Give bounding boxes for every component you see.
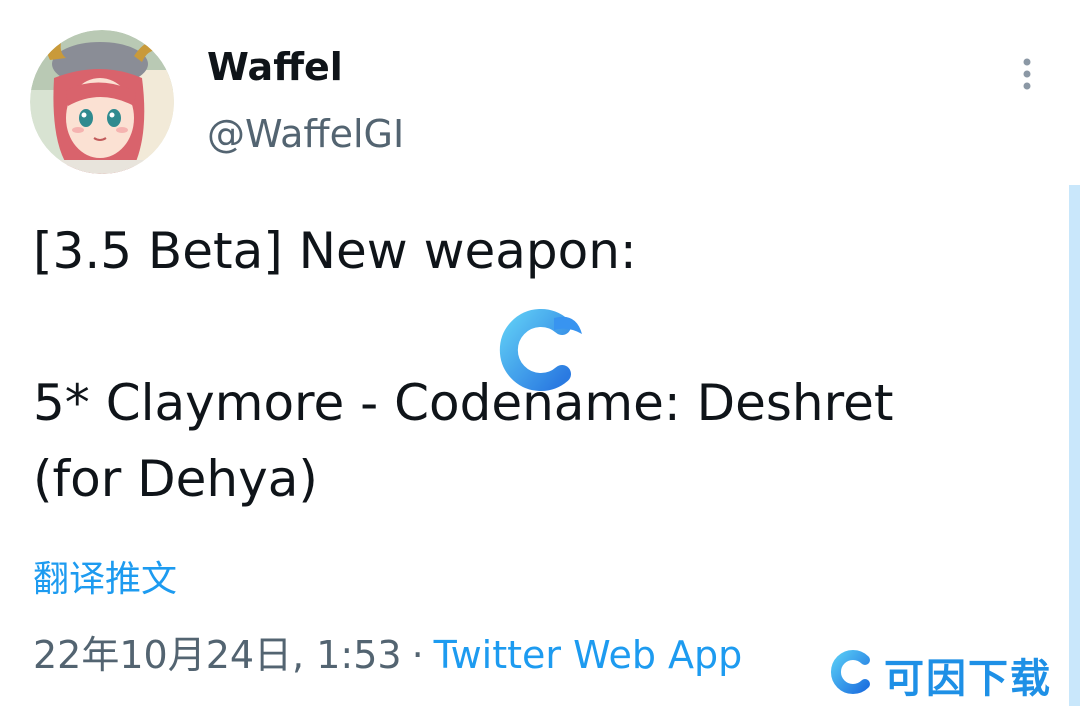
watermark: 可因下载 <box>828 646 1074 702</box>
tweet-line: (for Dehya) <box>33 450 318 508</box>
avatar[interactable] <box>30 30 174 174</box>
c-logo-icon <box>492 304 584 396</box>
author-handle[interactable]: @WaffelGI <box>207 112 404 156</box>
tweet-detail-view: Waffel @WaffelGI [3.5 Beta] New weapon: … <box>0 0 1080 706</box>
watermark-c-logo-icon <box>830 650 870 694</box>
avatar-image <box>30 30 174 174</box>
source-app-link[interactable]: Twitter Web App <box>434 633 743 677</box>
scrollbar[interactable] <box>1069 185 1080 706</box>
tweet-timestamp[interactable]: 22年10月24日, 1:53 <box>33 633 402 677</box>
meta-separator: · <box>411 633 424 677</box>
more-vertical-icon <box>1023 58 1031 90</box>
tweet-line: [3.5 Beta] New weapon: <box>33 222 637 280</box>
tweet-meta: 22年10月24日, 1:53 · Twitter Web App <box>33 624 742 679</box>
translate-tweet-link[interactable]: 翻译推文 <box>33 550 177 602</box>
author-display-name[interactable]: Waffel <box>207 45 343 89</box>
more-options-button[interactable] <box>1010 52 1044 96</box>
watermark-text: 可因下载 <box>884 656 1052 702</box>
